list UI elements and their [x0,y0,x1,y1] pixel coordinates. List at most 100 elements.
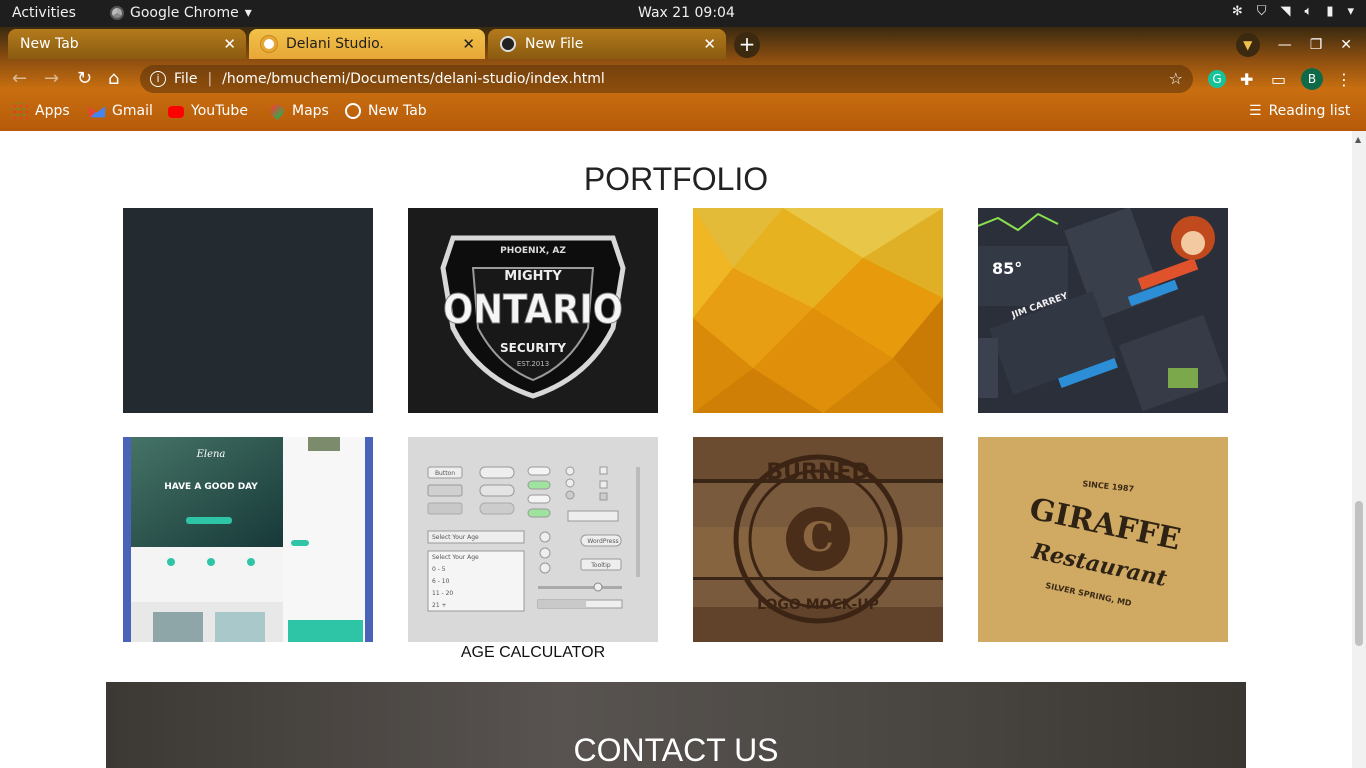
svg-text:21 +: 21 + [432,602,447,609]
tab-search-icon[interactable]: ▼ [1235,33,1260,57]
svg-text:ONTARIO: ONTARIO [443,287,623,333]
home-button[interactable]: ⌂ [108,68,119,89]
mighty-ontario-logo-image: PHOENIX, AZ MIGHTY ONTARIO SECURITY EST.… [408,208,658,413]
chrome-icon [110,6,124,20]
page-viewport: PORTFOLIO PHOENIX, AZ MIGHTY ONTARIO SEC… [0,131,1352,768]
address-bar[interactable]: i File | /home/bmuchemi/Documents/delani… [140,65,1193,93]
reading-list-button[interactable]: ☰ Reading list [1249,103,1350,119]
svg-text:PHOENIX, AZ: PHOENIX, AZ [500,246,566,256]
tab-label: New File [525,36,584,52]
portfolio-item-mighty-ontario[interactable]: PHOENIX, AZ MIGHTY ONTARIO SECURITY EST.… [408,208,658,413]
burned-logo-image: BURNED C LOGO MOCK-UP [693,437,943,642]
bookmark-maps[interactable]: Maps [267,101,329,121]
menu-kebab-icon[interactable]: ⋮ [1336,70,1352,89]
reload-button[interactable]: ↻ [77,68,92,89]
address-separator: | [207,71,213,87]
svg-text:11 - 20: 11 - 20 [432,590,453,597]
youtube-icon [168,106,184,118]
portfolio-item-yellow-lowpoly[interactable] [693,208,943,413]
portfolio-item-ui-kit[interactable]: Button Select Your Age Select Your Age 0… [408,437,658,642]
portfolio-item-burned-logo[interactable]: BURNED C LOGO MOCK-UP [693,437,943,642]
tab-new-tab[interactable]: New Tab ✕ [8,29,246,59]
window-controls: ▼ — ❐ ✕ [1235,33,1352,57]
extensions-puzzle-icon[interactable]: ✚ [1240,70,1253,89]
forward-button[interactable]: → [44,68,59,89]
tab-label: New Tab [20,36,79,52]
maps-pin-icon [267,101,287,121]
profile-avatar[interactable]: B [1301,68,1323,90]
scroll-up-icon[interactable]: ▲ [1355,135,1361,144]
grammarly-extension-icon[interactable]: G [1208,70,1226,88]
giraffe-restaurant-image: SINCE 1987 GIRAFFE Restaurant SILVER SPR… [978,437,1228,642]
maximize-button[interactable]: ❐ [1310,37,1323,53]
close-icon[interactable]: ✕ [223,35,236,53]
contact-section: CONTACT US [106,682,1246,768]
svg-text:LOGO MOCK-UP: LOGO MOCK-UP [757,597,879,613]
shield-icon[interactable]: ⛉ [1257,4,1267,19]
info-icon[interactable]: i [150,71,166,87]
bookmark-gmail[interactable]: Gmail [89,103,153,119]
tab-strip: New Tab ✕ Delani Studio. ✕ New File ✕ + … [0,27,1366,61]
power-menu-icon[interactable]: ▾ [1347,4,1354,19]
back-button[interactable]: ← [12,68,27,89]
bookmark-label: Maps [292,103,329,119]
tab-new-file[interactable]: New File ✕ [488,29,726,59]
tab-label: Delani Studio. [286,36,384,52]
wifi-icon[interactable]: ◥ [1281,4,1291,19]
portfolio-item-ui-dashboard[interactable]: 85° JIM CARREY [978,208,1228,413]
bookmark-youtube[interactable]: YouTube [168,103,248,119]
minimize-button[interactable]: — [1278,37,1292,53]
svg-text:Select Your Age: Select Your Age [432,534,479,541]
close-window-button[interactable]: ✕ [1340,37,1352,53]
svg-text:Button: Button [435,470,455,477]
slack-icon[interactable]: ✻ [1232,4,1243,19]
address-scheme: File [174,71,198,87]
scrollbar-thumb[interactable] [1355,501,1363,646]
svg-text:Tooltip: Tooltip [590,562,611,569]
bookmark-new-tab[interactable]: New Tab [345,103,427,119]
portfolio-item-dark[interactable] [123,208,373,413]
portfolio-title: PORTFOLIO [583,161,769,197]
bookmark-label: Gmail [112,103,153,119]
svg-text:EST.2013: EST.2013 [517,360,549,368]
contact-title: CONTACT US [573,732,779,768]
svg-text:0 - 5: 0 - 5 [432,566,446,573]
tab-delani-studio[interactable]: Delani Studio. ✕ [249,29,485,59]
address-url[interactable]: /home/bmuchemi/Documents/delani-studio/i… [222,71,605,87]
close-icon[interactable]: ✕ [462,35,475,53]
bookmark-apps[interactable]: Apps [12,103,70,119]
bookmarks-bar: Apps Gmail YouTube Maps New Tab ☰ Readin… [0,97,1366,127]
bookmark-star-icon[interactable]: ☆ [1169,69,1183,88]
browser-frame: New Tab ✕ Delani Studio. ✕ New File ✕ + … [0,27,1366,131]
app-menu[interactable]: Google Chrome ▾ [110,5,252,21]
vertical-scrollbar[interactable]: ▲ [1352,131,1366,768]
svg-text:85°: 85° [992,259,1022,278]
elena-website-image: Elena HAVE A GOOD DAY [123,437,373,642]
bookmark-label: Apps [35,103,70,119]
yellow-lowpoly-image [693,208,943,413]
browser-toolbar: ← → ↻ ⌂ i File | /home/bmuchemi/Document… [0,61,1366,97]
battery-icon[interactable]: ▮ [1326,4,1333,19]
volume-icon[interactable]: 🔈︎ [1305,4,1313,19]
system-top-bar: Activities Google Chrome ▾ Wax 21 09:04 … [0,0,1366,27]
apps-grid-icon [12,103,28,119]
close-icon[interactable]: ✕ [703,35,716,53]
app-name: Google Chrome [130,5,239,21]
svg-text:6 - 10: 6 - 10 [432,578,450,585]
svg-text:SECURITY: SECURITY [500,341,566,355]
svg-text:Select Your Age: Select Your Age [432,554,479,561]
cast-icon[interactable]: ▭ [1271,70,1286,89]
system-tray[interactable]: ✻ ⛉ ◥ 🔈︎ ▮ ▾ [1232,4,1354,19]
globe-icon [345,103,361,119]
svg-text:C: C [802,514,834,561]
ui-kit-image: Button Select Your Age Select Your Age 0… [408,437,658,642]
portfolio-item-giraffe-restaurant[interactable]: SINCE 1987 GIRAFFE Restaurant SILVER SPR… [978,437,1228,642]
svg-text:BURNED: BURNED [766,460,869,485]
new-tab-button[interactable]: + [734,32,760,58]
bookmark-label: YouTube [191,103,248,119]
age-calculator-caption: AGE CALCULATOR [460,644,606,661]
portfolio-item-elena-website[interactable]: Elena HAVE A GOOD DAY [123,437,373,642]
clock[interactable]: Wax 21 09:04 [638,5,735,21]
activities-button[interactable]: Activities [12,5,76,21]
bookmark-label: New Tab [368,103,427,119]
